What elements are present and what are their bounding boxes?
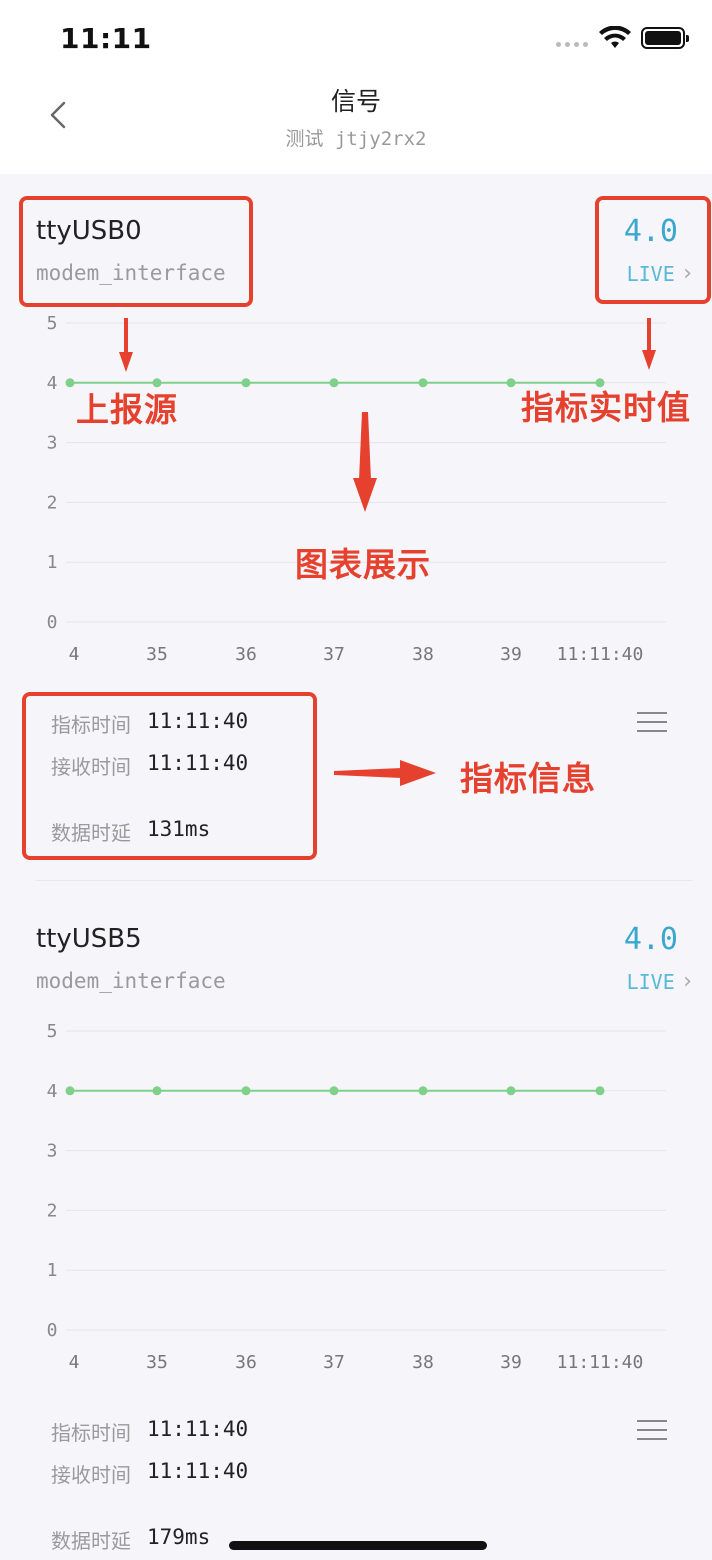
annotation-box-source xyxy=(19,196,253,307)
y-tick-label: 4 xyxy=(47,1081,58,1102)
annotation-label-source: 上报源 xyxy=(76,390,178,429)
home-indicator xyxy=(229,1541,487,1550)
metric-time-row: 指标时间 11:11:40 xyxy=(51,1417,248,1446)
battery-icon xyxy=(641,27,689,49)
nav-header: 信号 测试 jtjy2rx2 xyxy=(0,72,712,174)
data-point xyxy=(329,378,339,388)
receive-time-row: 接收时间 11:11:40 xyxy=(51,1459,248,1488)
wifi-icon xyxy=(599,26,631,48)
data-point xyxy=(418,378,428,388)
x-tick-label: 38 xyxy=(412,644,434,665)
x-tick-label: 35 xyxy=(146,644,168,665)
metric-time-value: 11:11:40 xyxy=(147,1417,249,1441)
metric-chart: 0 1 2 3 4 5 4 35 36 37 38 39 11:11:40 xyxy=(47,313,666,665)
x-tick-label: 36 xyxy=(235,1352,257,1373)
data-point xyxy=(241,1086,251,1096)
x-tick-label: 37 xyxy=(323,644,345,665)
page-subtitle: 测试 jtjy2rx2 xyxy=(285,128,427,150)
x-tick-label: 36 xyxy=(235,644,257,665)
metric-card: ttyUSB5 modem_interface 4.0 LIVE › 0 1 2 3 4… xyxy=(0,882,712,1560)
cellular-signal-icon xyxy=(556,42,588,47)
data-point xyxy=(65,1086,75,1096)
data-point xyxy=(506,1086,516,1096)
x-tick-label: 11:11:40 xyxy=(557,1352,644,1373)
x-tick-label: 38 xyxy=(412,1352,434,1373)
annotation-label-live-value: 指标实时值 xyxy=(521,388,691,427)
delay-label: 数据时延 xyxy=(51,1529,131,1553)
x-tick-label: 39 xyxy=(500,1352,522,1373)
annotation-label-chart: 图表展示 xyxy=(295,545,431,584)
y-tick-label: 2 xyxy=(47,492,58,513)
data-point xyxy=(418,1086,428,1096)
annotation-box-info xyxy=(22,692,317,860)
status-bar: 11:11 xyxy=(0,0,712,72)
data-point xyxy=(241,378,251,388)
live-link[interactable]: LIVE › xyxy=(627,969,694,994)
receive-time-value: 11:11:40 xyxy=(147,1459,249,1483)
receive-time-label: 接收时间 xyxy=(51,1463,131,1487)
data-point xyxy=(595,1086,605,1096)
x-tick-label: 4 xyxy=(69,1352,80,1373)
y-tick-label: 4 xyxy=(47,373,58,394)
live-label: LIVE xyxy=(626,969,675,994)
x-tick-label: 35 xyxy=(146,1352,168,1373)
delay-row: 数据时延 179ms xyxy=(51,1525,210,1554)
data-point xyxy=(506,378,516,388)
chevron-right-icon: › xyxy=(680,969,694,994)
page-title: 信号 xyxy=(330,87,381,116)
y-tick-label: 0 xyxy=(47,612,58,633)
menu-icon[interactable] xyxy=(637,712,667,734)
x-tick-label: 11:11:40 xyxy=(557,644,644,665)
x-tick-label: 37 xyxy=(323,1352,345,1373)
source-name: ttyUSB5 xyxy=(36,924,142,954)
y-tick-label: 0 xyxy=(47,1320,58,1341)
y-tick-label: 3 xyxy=(47,1141,58,1162)
data-point xyxy=(329,1086,339,1096)
y-tick-label: 5 xyxy=(47,1021,58,1042)
annotation-box-live-value xyxy=(595,196,711,304)
menu-icon[interactable] xyxy=(637,1420,667,1442)
metric-chart: 0 1 2 3 4 5 4 35 36 37 38 39 11:11:40 xyxy=(47,1021,666,1373)
status-time: 11:11 xyxy=(60,22,152,55)
annotation-label-info: 指标信息 xyxy=(460,759,596,798)
metric-time-label: 指标时间 xyxy=(51,1421,131,1445)
live-value: 4.0 xyxy=(623,922,678,957)
y-tick-label: 3 xyxy=(47,433,58,454)
source-type: modem_interface xyxy=(36,969,226,993)
card-divider xyxy=(36,880,692,881)
data-point xyxy=(152,1086,162,1096)
y-tick-label: 5 xyxy=(47,313,58,334)
data-point xyxy=(65,378,75,388)
y-tick-label: 2 xyxy=(47,1200,58,1221)
x-tick-label: 4 xyxy=(69,644,80,665)
x-tick-label: 39 xyxy=(500,644,522,665)
y-tick-label: 1 xyxy=(47,1260,58,1281)
delay-value: 179ms xyxy=(147,1525,211,1549)
y-tick-label: 1 xyxy=(47,552,58,573)
